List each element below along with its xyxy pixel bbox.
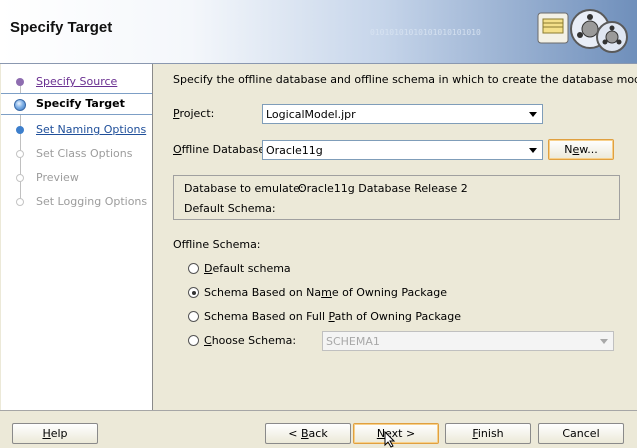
radio-label: Choose Schema: (204, 334, 297, 347)
main-panel: Specify the offline database and offline… (160, 64, 637, 410)
footer-divider (0, 410, 637, 411)
step-label: Set Naming Options (36, 123, 147, 136)
radio-label: Default schema (204, 262, 291, 275)
offline-database-select[interactable]: Oracle11g (262, 140, 543, 160)
chevron-down-icon (600, 339, 608, 344)
next-button[interactable]: Next > (353, 423, 439, 444)
step-next-icon (16, 126, 24, 134)
chevron-down-icon (529, 148, 537, 153)
database-info-box: Database to emulate: Oracle11g Database … (173, 175, 620, 220)
step-disabled-icon (16, 198, 24, 206)
wizard-step-list: Specify Source Specify Target Set Naming… (1, 64, 153, 410)
step-preview: Preview (1, 167, 152, 189)
radio-unchecked-icon (188, 263, 199, 274)
step-visited-icon (16, 78, 24, 86)
radio-checked-icon (188, 287, 199, 298)
radio-label: Schema Based on Full Path of Owning Pack… (204, 310, 461, 323)
project-value: LogicalModel.jpr (266, 108, 356, 121)
help-button[interactable]: Help (12, 423, 98, 444)
step-disabled-icon (16, 150, 24, 158)
mouse-cursor-icon (384, 431, 396, 448)
offline-database-label: Offline Database: (173, 143, 269, 156)
cancel-button[interactable]: Cancel (538, 423, 624, 444)
chevron-down-icon (529, 112, 537, 117)
emulate-label: Database to emulate: (184, 182, 304, 195)
finish-button[interactable]: Finish (445, 423, 531, 444)
project-select[interactable]: LogicalModel.jpr (262, 104, 543, 124)
choose-schema-value: SCHEMA1 (326, 335, 380, 348)
step-specify-target[interactable]: Specify Target (1, 93, 152, 115)
step-label: Set Class Options (36, 147, 133, 160)
offline-database-value: Oracle11g (266, 144, 323, 157)
page-title: Specify Target (10, 19, 113, 36)
project-label: Project: (173, 107, 215, 120)
back-button[interactable]: < Back (265, 423, 351, 444)
emulate-value: Oracle11g Database Release 2 (298, 182, 468, 195)
step-set-logging-options: Set Logging Options (1, 191, 152, 213)
radio-label: Schema Based on Name of Owning Package (204, 286, 447, 299)
new-database-button[interactable]: New... (548, 139, 614, 160)
default-schema-label: Default Schema: (184, 202, 276, 215)
choose-schema-select: SCHEMA1 (322, 331, 614, 351)
step-label: Preview (36, 171, 79, 184)
step-disabled-icon (16, 174, 24, 182)
radio-unchecked-icon (188, 311, 199, 322)
step-specify-source[interactable]: Specify Source (1, 71, 152, 93)
step-label: Specify Target (36, 97, 125, 110)
header-decoration-text: 01010101010101010101010 (370, 28, 481, 37)
step-set-class-options: Set Class Options (1, 143, 152, 165)
step-label: Set Logging Options (36, 195, 148, 208)
radio-unchecked-icon (188, 335, 199, 346)
wizard-header: Specify Target 01010101010101010101010 (0, 0, 637, 64)
step-current-icon (14, 99, 26, 111)
intro-text: Specify the offline database and offline… (173, 73, 637, 86)
step-set-naming-options[interactable]: Set Naming Options (1, 119, 152, 141)
offline-schema-label: Offline Schema: (173, 238, 261, 251)
step-label: Specify Source (36, 75, 118, 88)
wizard-logo-icon (537, 9, 628, 53)
